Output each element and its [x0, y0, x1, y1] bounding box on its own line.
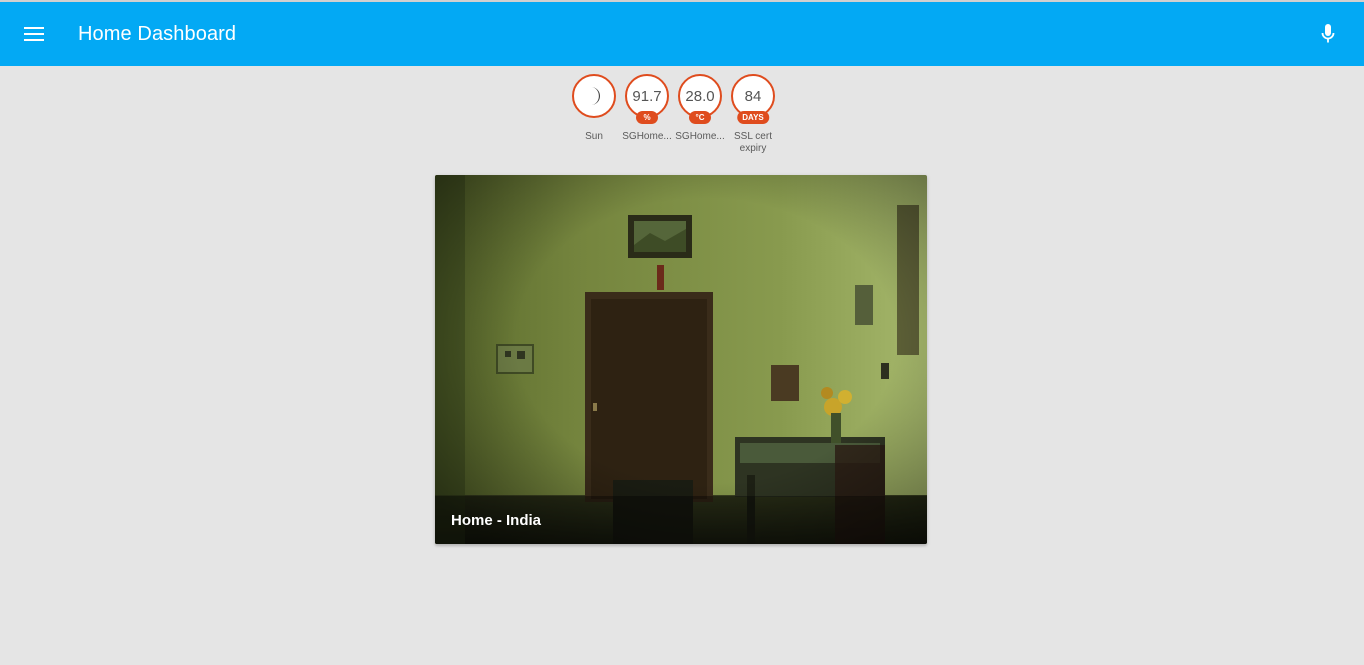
badge-humidity-value: 91.7 — [632, 87, 662, 105]
badge-row: Sun 91.7 % SGHome... 28.0 °C SGHome... 8… — [570, 74, 777, 155]
badge-humidity-circle: 91.7 % — [625, 74, 669, 124]
badge-ssl-cert[interactable]: 84 DAYS SSL cert expiry — [729, 74, 777, 155]
camera-caption: Home - India — [451, 511, 542, 529]
voice-command-button[interactable] — [1308, 14, 1348, 54]
badge-temperature[interactable]: 28.0 °C SGHome... — [675, 74, 725, 155]
badge-sun[interactable]: Sun — [570, 74, 618, 155]
microphone-icon — [1321, 24, 1335, 43]
camera-caption-bar: Home - India — [435, 496, 927, 544]
badge-temperature-unit: °C — [689, 111, 711, 124]
badge-ssl-cert-unit: DAYS — [737, 111, 769, 124]
moon-icon — [591, 87, 600, 105]
camera-card[interactable]: Home - India — [435, 175, 927, 544]
badge-temperature-label: SGHome... — [675, 131, 725, 142]
camera-feed-image — [435, 175, 927, 544]
badge-humidity-unit: % — [636, 111, 658, 124]
badge-sun-circle — [572, 74, 616, 118]
badge-humidity-label: SGHome... — [622, 131, 672, 142]
app-toolbar: Home Dashboard — [0, 2, 1364, 66]
badge-temperature-value: 28.0 — [685, 87, 715, 105]
badge-temperature-circle: 28.0 °C — [678, 74, 722, 124]
page-title: Home Dashboard — [78, 23, 237, 45]
badge-ssl-cert-label: SSL cert expiry — [734, 131, 772, 154]
menu-icon — [24, 27, 44, 41]
menu-button[interactable] — [14, 14, 54, 54]
badge-sun-label: Sun — [585, 131, 603, 142]
badge-humidity[interactable]: 91.7 % SGHome... — [622, 74, 672, 155]
badge-ssl-cert-circle: 84 DAYS — [731, 74, 775, 124]
badge-ssl-cert-value: 84 — [744, 87, 762, 105]
